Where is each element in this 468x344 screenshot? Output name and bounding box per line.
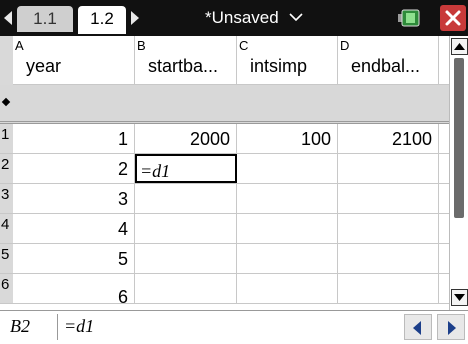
column-name: endbal... (351, 56, 421, 76)
column-header-e-partial[interactable] (439, 36, 449, 85)
column-letter: C (239, 38, 249, 53)
cell-c6[interactable] (237, 274, 338, 303)
cell-reference: B2 (10, 316, 30, 336)
spreadsheet: A year B startba... C intsimp D endbal..… (0, 36, 449, 310)
row-header[interactable]: 4 (0, 214, 13, 243)
close-icon[interactable] (440, 5, 466, 31)
row-header[interactable]: 3 (0, 184, 13, 213)
cell-b5[interactable] (135, 244, 237, 273)
cell-c4[interactable] (237, 214, 338, 243)
table-row: 4 4 (0, 214, 449, 244)
table-row: 6 6 (0, 274, 449, 307)
cell-d3[interactable] (338, 184, 439, 213)
cell-d1[interactable]: 2100 (338, 124, 439, 153)
table-row: 3 3 (0, 184, 449, 214)
diamond-icon (1, 97, 11, 107)
document-title-menu[interactable]: *Unsaved (205, 7, 304, 29)
entry-line: B2 =d1 (0, 310, 468, 344)
cell-d4[interactable] (338, 214, 439, 243)
tab-1-2[interactable]: 1.2 (78, 6, 126, 34)
cell-c3[interactable] (237, 184, 338, 213)
title-bar: 1.1 1.2 *Unsaved (0, 0, 468, 36)
cell-d6[interactable] (338, 274, 439, 303)
row-header[interactable]: 2 (0, 154, 13, 183)
cell-c5[interactable] (237, 244, 338, 273)
cell-b1[interactable]: 2000 (135, 124, 237, 153)
table-row: 1 1 2000 100 2100 (0, 124, 449, 154)
scrollbar-thumb[interactable] (454, 58, 464, 218)
tab-1-1[interactable]: 1.1 (17, 6, 73, 32)
document-title: *Unsaved (205, 8, 279, 27)
chevron-down-icon (289, 13, 304, 21)
arrow-left-icon[interactable] (404, 314, 432, 340)
cell-b4[interactable] (135, 214, 237, 243)
row-header[interactable]: 5 (0, 244, 13, 273)
cell-a2[interactable]: 2 (13, 154, 135, 183)
scroll-up-icon[interactable] (451, 38, 468, 55)
cell-b3[interactable] (135, 184, 237, 213)
divider (57, 314, 58, 340)
battery-icon (398, 9, 420, 27)
column-header-c[interactable]: C intsimp (237, 36, 338, 85)
row-header[interactable]: 1 (0, 124, 13, 153)
cell-b2-editing[interactable]: =d1 (135, 154, 237, 183)
scroll-down-icon[interactable] (451, 289, 468, 306)
table-row: 2 2 =d1 (0, 154, 449, 184)
column-formula-row[interactable] (0, 85, 449, 124)
row-header[interactable]: 6 (0, 274, 13, 303)
cell-a3[interactable]: 3 (13, 184, 135, 213)
cell-c1[interactable]: 100 (237, 124, 338, 153)
formula-input[interactable]: =d1 (64, 316, 94, 337)
cell-a6[interactable]: 6 (13, 274, 135, 307)
cell-a5[interactable]: 5 (13, 244, 135, 273)
column-letter: D (340, 38, 350, 53)
table-row: 5 5 (0, 244, 449, 274)
cell-c2[interactable] (237, 154, 338, 183)
column-header-d[interactable]: D endbal... (338, 36, 439, 85)
cell-d2[interactable] (338, 154, 439, 183)
column-letter: A (15, 38, 24, 53)
column-header-a[interactable]: A year (13, 36, 135, 85)
corner-header (0, 36, 13, 86)
cell-a4[interactable]: 4 (13, 214, 135, 243)
cell-d5[interactable] (338, 244, 439, 273)
column-header-b[interactable]: B startba... (135, 36, 237, 85)
tab-scroll-right-icon[interactable] (131, 11, 139, 25)
vertical-scrollbar[interactable] (449, 36, 468, 310)
cell-b6[interactable] (135, 274, 237, 303)
column-letter: B (137, 38, 146, 53)
arrow-right-icon[interactable] (437, 314, 465, 340)
tab-scroll-left-icon[interactable] (4, 11, 12, 25)
column-name: intsimp (250, 56, 308, 76)
column-name: year (26, 56, 62, 76)
cell-a1[interactable]: 1 (13, 124, 135, 153)
column-name: startba... (148, 56, 219, 76)
